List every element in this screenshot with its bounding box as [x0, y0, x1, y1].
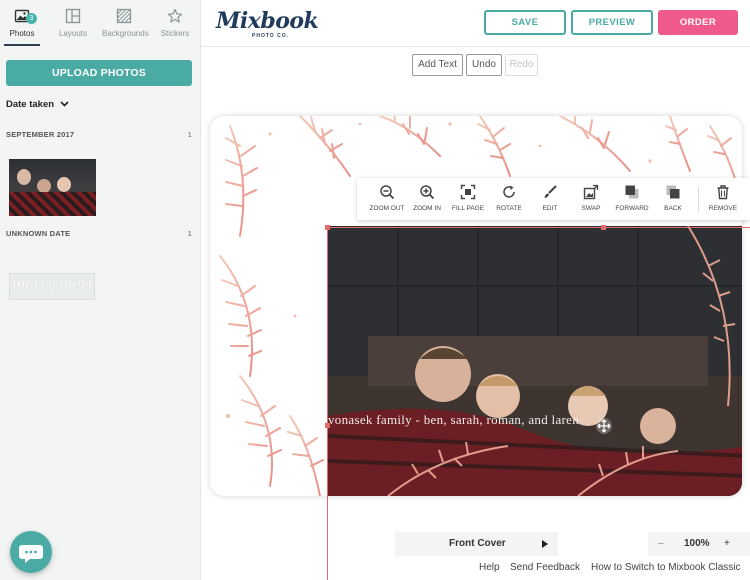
zoom-level: 100% — [684, 538, 710, 549]
fill-page-tool[interactable]: FILL PAGE — [446, 184, 490, 212]
zoom-control: – 100% + — [648, 532, 750, 556]
switch-classic-link[interactable]: How to Switch to Mixbook Classic — [591, 562, 741, 573]
tab-photos-label: Photos — [9, 29, 35, 38]
tool-label: FILL PAGE — [451, 205, 485, 212]
logo-subtitle: PHOTO CO. — [252, 33, 289, 39]
sort-label: Date taken — [6, 99, 55, 110]
order-button[interactable]: ORDER — [658, 10, 738, 35]
star-icon — [167, 8, 183, 24]
sidebar: 3 Photos Layouts Backgrounds Stickers UP… — [0, 0, 201, 580]
tab-backgrounds[interactable]: Backgrounds — [102, 8, 149, 38]
play-arrow-icon — [542, 540, 548, 548]
forward-icon — [625, 185, 639, 199]
group-count: 1 — [187, 229, 192, 238]
tool-label: BACK — [664, 205, 682, 212]
zoom-out-icon — [380, 185, 395, 200]
rotate-tool[interactable]: ROTATE — [487, 184, 531, 212]
tab-stickers[interactable]: Stickers — [153, 8, 197, 38]
zoom-in-button[interactable]: + — [724, 532, 730, 556]
sort-dropdown[interactable]: Date taken — [6, 99, 69, 110]
chevron-down-icon — [60, 101, 69, 108]
tool-label: ZOOM IN — [413, 205, 441, 212]
zoom-in-tool[interactable]: ZOOM IN — [405, 184, 449, 212]
preview-button[interactable]: PREVIEW — [571, 10, 653, 35]
undo-button[interactable]: Undo — [466, 54, 502, 76]
trash-icon — [717, 185, 729, 200]
group-count: 1 — [187, 130, 192, 139]
tool-label: REMOVE — [708, 205, 738, 212]
tab-backgrounds-label: Backgrounds — [102, 29, 149, 38]
logo-wordmark: Mixbook — [216, 8, 319, 34]
photos-icon: 3 — [14, 8, 37, 24]
page-label: Front Cover — [449, 538, 506, 549]
header-divider — [201, 46, 750, 47]
page-selector[interactable]: Front Cover — [395, 532, 558, 556]
thumb-face — [57, 177, 71, 192]
upload-photos-button[interactable]: UPLOAD PHOTOS — [6, 60, 192, 86]
selection-left-edge — [327, 227, 328, 580]
edit-tool[interactable]: EDIT — [528, 184, 572, 212]
forward-tool[interactable]: FORWARD — [610, 184, 654, 212]
tab-layouts[interactable]: Layouts — [51, 8, 95, 38]
text-art-label: merry merry — [12, 277, 95, 293]
tool-label: SWAP — [581, 205, 601, 212]
zoom-out-tool[interactable]: ZOOM OUT — [365, 184, 409, 212]
group-title: SEPTEMBER 2017 — [6, 130, 75, 139]
zoom-in-icon — [420, 185, 435, 200]
redo-button[interactable]: Redo — [505, 54, 538, 76]
fill-page-icon — [460, 184, 476, 200]
selection-top-edge — [327, 227, 750, 228]
thumb-face — [37, 179, 51, 193]
move-handle-icon[interactable] — [596, 418, 612, 434]
text-art-thumbnail[interactable]: merry merry — [9, 273, 95, 300]
back-tool[interactable]: BACK — [651, 184, 695, 212]
send-feedback-link[interactable]: Send Feedback — [510, 562, 580, 573]
group-title: UNKNOWN DATE — [6, 229, 71, 238]
tool-label: ROTATE — [496, 205, 522, 212]
backgrounds-icon — [116, 8, 132, 24]
thumb-face — [17, 169, 31, 185]
photo-thumbnail[interactable] — [9, 159, 96, 216]
sidebar-tabs: 3 Photos Layouts Backgrounds Stickers — [0, 0, 201, 46]
group-header: SEPTEMBER 2017 1 — [6, 130, 192, 139]
card-canvas[interactable]: vonasek family - ben, sarah, roman, and … — [210, 116, 742, 496]
resize-handle[interactable] — [325, 225, 330, 230]
swap-icon — [583, 184, 599, 200]
layouts-icon — [65, 8, 81, 24]
photo-toolbar: ZOOM OUT ZOOM IN FILL PAGE ROTATE EDIT S… — [357, 178, 750, 220]
tool-label: ZOOM OUT — [369, 205, 405, 212]
group-header: UNKNOWN DATE 1 — [6, 229, 192, 238]
photo-count-badge: 3 — [26, 13, 37, 24]
save-button[interactable]: SAVE — [484, 10, 566, 35]
tool-label: EDIT — [542, 205, 558, 212]
card-caption-text[interactable]: vonasek family - ben, sarah, roman, and … — [328, 412, 579, 428]
tab-photos[interactable]: 3 Photos — [0, 8, 44, 46]
thumb-pajamas — [9, 192, 96, 216]
resize-handle[interactable] — [325, 423, 330, 428]
family-photo[interactable] — [328, 226, 742, 496]
help-link[interactable]: Help — [479, 562, 500, 573]
back-icon — [666, 185, 680, 199]
zoom-out-button[interactable]: – — [658, 532, 664, 556]
chat-bubble-icon — [19, 545, 43, 563]
add-text-button[interactable]: Add Text — [412, 54, 463, 76]
toolbar-divider — [698, 186, 699, 212]
edit-brush-icon — [544, 185, 557, 198]
tab-stickers-label: Stickers — [160, 29, 190, 38]
family-photo-art — [328, 226, 742, 496]
swap-tool[interactable]: SWAP — [569, 184, 613, 212]
mixbook-logo[interactable]: Mixbook PHOTO CO. — [216, 8, 319, 39]
chat-button[interactable] — [10, 531, 52, 573]
tool-label: FORWARD — [615, 205, 649, 212]
remove-tool[interactable]: REMOVE — [701, 184, 745, 212]
resize-handle[interactable] — [601, 225, 606, 230]
rotate-icon — [503, 185, 515, 198]
tab-layouts-label: Layouts — [58, 29, 88, 38]
